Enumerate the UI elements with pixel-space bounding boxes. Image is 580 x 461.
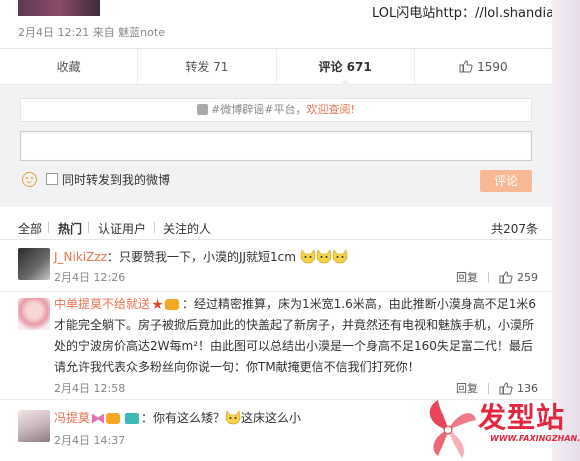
comment-total: 共207条: [491, 222, 538, 236]
filter-hot[interactable]: 热门: [58, 220, 82, 237]
vip-badge-icon: [106, 413, 121, 424]
comment-time: 2月4日 14:37: [54, 434, 126, 447]
rumor-notice: #微博辟谣#平台，欢迎查阅!: [20, 98, 532, 122]
comment-input[interactable]: [20, 131, 532, 161]
filter-verified[interactable]: 认证用户: [98, 220, 146, 237]
post-meta: 2月4日 12:21 来自 魅蓝note: [18, 26, 165, 39]
avatar[interactable]: [18, 410, 50, 442]
comment-label: 评论 671: [318, 60, 372, 74]
comment-body: J_NikiZzz：只要赞我一下，小漠的JJ就短1cm: [54, 247, 542, 268]
repost-checkbox[interactable]: [46, 173, 58, 185]
divider: [88, 222, 89, 233]
repost-checkbox-label: 同时转发到我的微博: [62, 173, 171, 187]
filter-all[interactable]: 全部: [18, 220, 42, 237]
reply-button[interactable]: 回复: [456, 269, 478, 285]
logo-wordmark: 发型站: [478, 401, 566, 434]
camera-badge-icon: [125, 413, 140, 424]
notice-text: #微博辟谣#平台，: [211, 103, 307, 116]
vip-badge-icon: [165, 299, 180, 310]
emoji-icon[interactable]: [22, 172, 37, 187]
comment-username[interactable]: 中单提莫不给就送: [54, 297, 150, 311]
notice-link[interactable]: 欢迎查阅!: [307, 103, 355, 116]
comment-text: ：你有这么矮？: [141, 411, 226, 425]
comment-time: 2月4日 12:58: [54, 382, 126, 395]
comment-composer: #微博辟谣#平台，欢迎查阅! 同时转发到我的微博 评论: [0, 85, 552, 207]
star-badge-icon: [152, 299, 163, 310]
comment-body: 中单提莫不给就送 ：经过精密推算，床为1米宽1.6米高，由此推断小漠身高不足1米6…: [54, 294, 542, 378]
logo-url: WWW.FAXINGZHAN.COM: [490, 434, 580, 443]
avatar[interactable]: [18, 248, 50, 280]
favorite-label: 收藏: [56, 60, 81, 74]
favorite-button[interactable]: 收藏: [0, 49, 139, 84]
divider: [154, 222, 155, 233]
comment-actions: 回复 259: [456, 269, 538, 285]
submit-comment-button[interactable]: 评论: [480, 170, 532, 192]
comment-item: J_NikiZzz：只要赞我一下，小漠的JJ就短1cm 2月4日 12:26 回…: [0, 244, 552, 292]
avatar[interactable]: [18, 298, 50, 330]
bow-badge-icon: [92, 413, 105, 424]
like-button[interactable]: 1590: [415, 49, 552, 84]
cat-face-emoji-icon: [332, 249, 348, 264]
site-watermark-text: LOL闪电站http：//lol.shandian.biz: [372, 6, 552, 21]
cat-face-emoji-icon: [225, 410, 241, 425]
filter-following[interactable]: 关注的人: [163, 220, 211, 237]
comment-text: ：只要赞我一下，小漠的JJ就短1cm: [106, 250, 296, 264]
divider: [48, 222, 49, 233]
repost-label: 转发 71: [185, 60, 229, 74]
comment-time: 2月4日 12:26: [54, 271, 126, 284]
comment-tab[interactable]: 评论 671: [277, 49, 415, 85]
faxingzhan-logo: 发型站 WWW.FAXINGZHAN.COM: [418, 390, 580, 461]
divider: [488, 271, 489, 283]
comment-username[interactable]: J_NikiZzz: [54, 250, 107, 264]
comment-username[interactable]: 冯提莫: [54, 411, 90, 425]
flower-logo-icon: [429, 400, 476, 458]
repost-button[interactable]: 转发 71: [138, 49, 277, 84]
thumb-up-icon: [459, 60, 473, 73]
thumb-up-icon[interactable]: [499, 270, 513, 284]
comment-filter-bar: 全部 热门 认证用户 关注的人 共207条: [0, 218, 552, 240]
comment-item: 中单提莫不给就送 ：经过精密推算，床为1米宽1.6米高，由此推断小漠身高不足1米6…: [0, 292, 552, 400]
action-bar: 收藏 转发 71 评论 671 1590: [0, 48, 552, 85]
post-image-thumbnail[interactable]: [18, 0, 100, 16]
cat-face-emoji-icon: [316, 249, 332, 264]
comment-text-continued: 这床这么小: [241, 411, 302, 425]
comment-like-count: 259: [517, 270, 538, 284]
like-count: 1590: [477, 59, 508, 74]
notice-icon: [197, 103, 209, 115]
cat-face-emoji-icon: [300, 249, 316, 264]
